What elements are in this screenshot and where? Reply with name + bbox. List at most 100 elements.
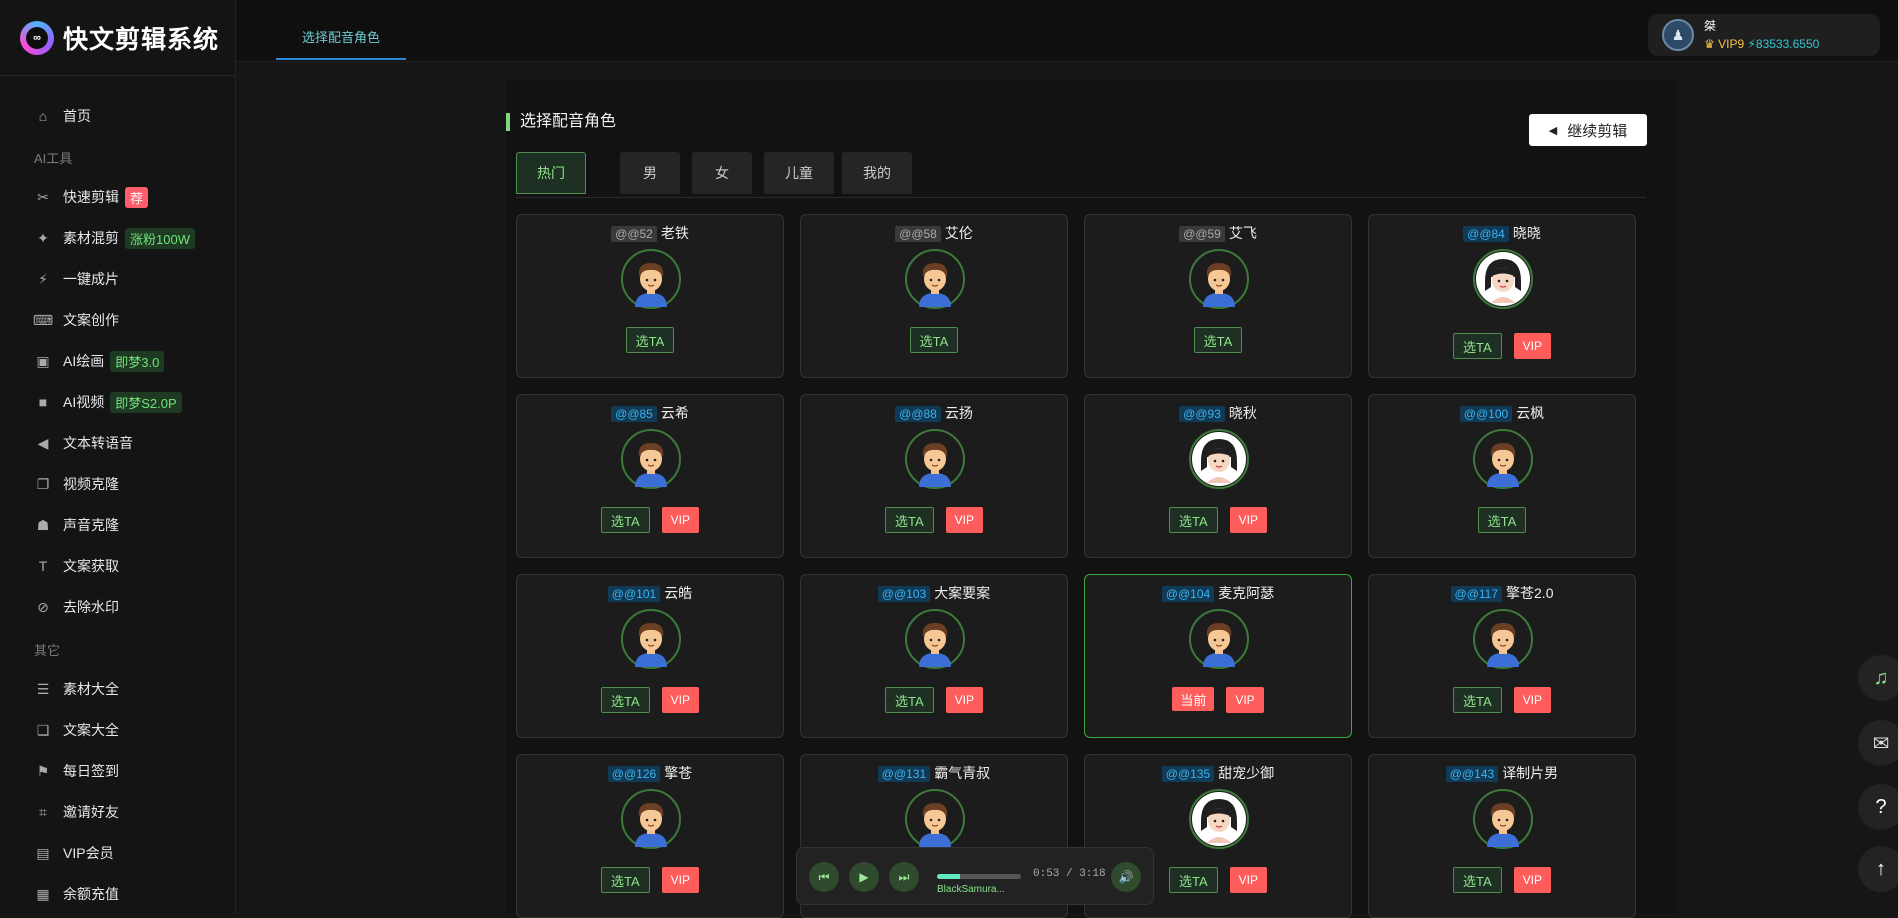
voice-card[interactable]: @@126 擎苍 选TA VIP	[516, 754, 784, 918]
avatar[interactable]: ♟	[1662, 19, 1694, 51]
sidebar-other-item-6[interactable]: ▦ 余额充值	[0, 876, 235, 912]
sidebar-item-home[interactable]: ⌂ 首页	[0, 98, 235, 134]
voice-card[interactable]: @@100 云枫 选TA	[1368, 394, 1636, 558]
sidebar-item-11[interactable]: ⊘ 去除水印	[0, 589, 235, 625]
voice-card[interactable]: @@101 云皓 选TA VIP	[516, 574, 784, 738]
select-voice-button[interactable]: 选TA	[601, 867, 650, 893]
previous-track-button[interactable]: ⏮	[809, 862, 839, 892]
sidebar-item-2[interactable]: ✦ 素材混剪 涨粉100W	[0, 220, 235, 256]
sidebar-item-5[interactable]: ▣ AI绘画 即梦3.0	[0, 343, 235, 379]
sidebar-badge: 荐	[125, 186, 149, 208]
text-size-icon: T	[38, 558, 48, 574]
voice-card[interactable]: @@59 艾飞 选TA	[1084, 214, 1352, 378]
select-voice-button[interactable]: 选TA	[625, 327, 675, 353]
sidebar-item-3[interactable]: ⚡ 一键成片	[0, 261, 235, 297]
volume-button[interactable]: 🔊	[1111, 862, 1141, 892]
voice-avatar	[1189, 429, 1249, 489]
voice-card[interactable]: @@117 擎苍2.0 选TA VIP	[1368, 574, 1636, 738]
sidebar-item-8[interactable]: ❐ 视频克隆	[0, 466, 235, 502]
voice-name: 云希	[660, 405, 689, 421]
music-icon[interactable]: ♫	[1858, 655, 1898, 701]
users-icon: ☗	[36, 516, 50, 533]
sidebar-other-item-3[interactable]: ⚑ 每日签到	[0, 753, 235, 789]
app-logo[interactable]: ∞ 快文剪辑系统	[0, 0, 235, 76]
voice-code: @@104	[1161, 586, 1215, 602]
sidebar-badge: 涨粉100W	[125, 227, 195, 249]
sidebar-item-label: 文案获取	[63, 558, 119, 574]
voice-name: 艾飞	[1228, 225, 1257, 241]
play-button[interactable]: ▶	[849, 862, 879, 892]
help-icon[interactable]: ?	[1858, 784, 1898, 830]
vip-badge: VIP	[945, 507, 983, 533]
sidebar-other-item-1[interactable]: ☰ 素材大全	[0, 671, 235, 707]
user-name: 桀	[1704, 19, 1717, 33]
app-title: 快文剪辑系统	[63, 25, 220, 54]
select-voice-button[interactable]: 选TA	[1477, 507, 1527, 533]
voice-card[interactable]: @@88 云扬 选TA VIP	[800, 394, 1068, 558]
select-voice-button[interactable]: 选TA	[601, 507, 650, 533]
select-voice-button[interactable]: 选TA	[1193, 327, 1243, 353]
keyboard-icon: ⌨	[32, 311, 54, 328]
continue-editing-button[interactable]: ◀ 继续剪辑	[1529, 114, 1647, 146]
voice-avatar	[621, 249, 681, 309]
select-voice-button[interactable]: 选TA	[1169, 867, 1218, 893]
sidebar-item-1[interactable]: ✂ 快速剪辑荐	[0, 179, 235, 215]
sidebar-item-4[interactable]: ⌨ 文案创作	[0, 302, 235, 338]
voice-name: 擎苍	[664, 765, 693, 781]
select-voice-button[interactable]: 选TA	[601, 687, 650, 713]
id-card-icon: ▤	[36, 844, 50, 861]
speaker-icon: ◀	[37, 434, 49, 451]
select-voice-button[interactable]: 选TA	[885, 687, 934, 713]
voice-card[interactable]: @@143 译制片男 选TA VIP	[1368, 754, 1636, 918]
voice-avatar	[621, 429, 681, 489]
voice-card[interactable]: @@52 老铁 选TA	[516, 214, 784, 378]
scissors-icon: ✂	[37, 188, 49, 205]
sidebar-item-9[interactable]: ☗ 声音克隆	[0, 507, 235, 543]
voice-card[interactable]: @@93 晓秋 选TA VIP	[1084, 394, 1352, 558]
sidebar-item-label: 邀请好友	[63, 804, 119, 820]
tab-category-2[interactable]: 男	[620, 152, 680, 194]
select-voice-button[interactable]: 选TA	[1453, 333, 1502, 359]
tab-category-1[interactable]: 热门	[516, 152, 586, 194]
voice-card[interactable]: @@85 云希 选TA VIP	[516, 394, 784, 558]
voice-category-tabs: 热门男女儿童 我的	[516, 152, 1646, 198]
voice-card[interactable]: @@84 晓晓 选TA VIP	[1368, 214, 1636, 378]
voice-card-header: @@135 甜宠少御	[1085, 763, 1351, 783]
voice-code: @@126	[607, 766, 661, 782]
sidebar-item-label: 文本转语音	[63, 435, 133, 451]
voice-card[interactable]: @@104 麦克阿瑟 当前 VIP	[1084, 574, 1352, 738]
voice-card[interactable]: @@58 艾伦 选TA	[800, 214, 1068, 378]
select-voice-button[interactable]: 选TA	[1169, 507, 1218, 533]
wechat-icon[interactable]: ✉	[1858, 720, 1898, 766]
select-voice-button[interactable]: 选TA	[1453, 687, 1502, 713]
user-profile[interactable]: ♟ 桀 ♛ VIP9 ⚡83533.6550	[1648, 14, 1880, 56]
topbar: 选择配音角色 ♟ 桀 ♛ VIP9 ⚡83533.6550	[236, 0, 1898, 62]
vip-level: VIP9	[1718, 37, 1745, 51]
sidebar-item-10[interactable]: T 文案获取	[0, 548, 235, 584]
back-to-top-icon[interactable]: ↑	[1858, 846, 1898, 892]
voice-card[interactable]: @@103 大案要案 选TA VIP	[800, 574, 1068, 738]
sidebar-item-7[interactable]: ◀ 文本转语音	[0, 425, 235, 461]
next-track-button[interactable]: ⏭	[889, 862, 919, 892]
voice-avatar	[905, 789, 965, 849]
tab-category-5[interactable]: 我的	[842, 152, 912, 194]
vip-badge: VIP	[1513, 867, 1551, 893]
sidebar-other-item-5[interactable]: ▤ VIP会员	[0, 835, 235, 871]
select-voice-button[interactable]: 选TA	[909, 327, 959, 353]
sidebar-item-6[interactable]: ■ AI视频 即梦S2.0P	[0, 384, 235, 420]
progress-track[interactable]	[937, 874, 1021, 879]
voice-name: 甜宠少御	[1218, 765, 1275, 781]
sidebar-other-item-4[interactable]: ⌗ 邀请好友	[0, 794, 235, 830]
voice-card-actions: 选TA	[517, 327, 783, 353]
tab-select-voice-role[interactable]: 选择配音角色	[276, 22, 406, 60]
voice-avatar	[1189, 789, 1249, 849]
sidebar-item-label: 文案大全	[63, 722, 119, 738]
sidebar-item-label: 去除水印	[63, 599, 119, 615]
sidebar-other-item-2[interactable]: ❏ 文案大全	[0, 712, 235, 748]
tab-category-4[interactable]: 儿童	[764, 152, 834, 194]
select-voice-button[interactable]: 选TA	[1453, 867, 1502, 893]
page-title: 选择配音角色	[506, 113, 616, 131]
select-voice-button[interactable]: 选TA	[885, 507, 934, 533]
tab-category-3[interactable]: 女	[692, 152, 752, 194]
vip-badge: VIP	[661, 687, 699, 713]
